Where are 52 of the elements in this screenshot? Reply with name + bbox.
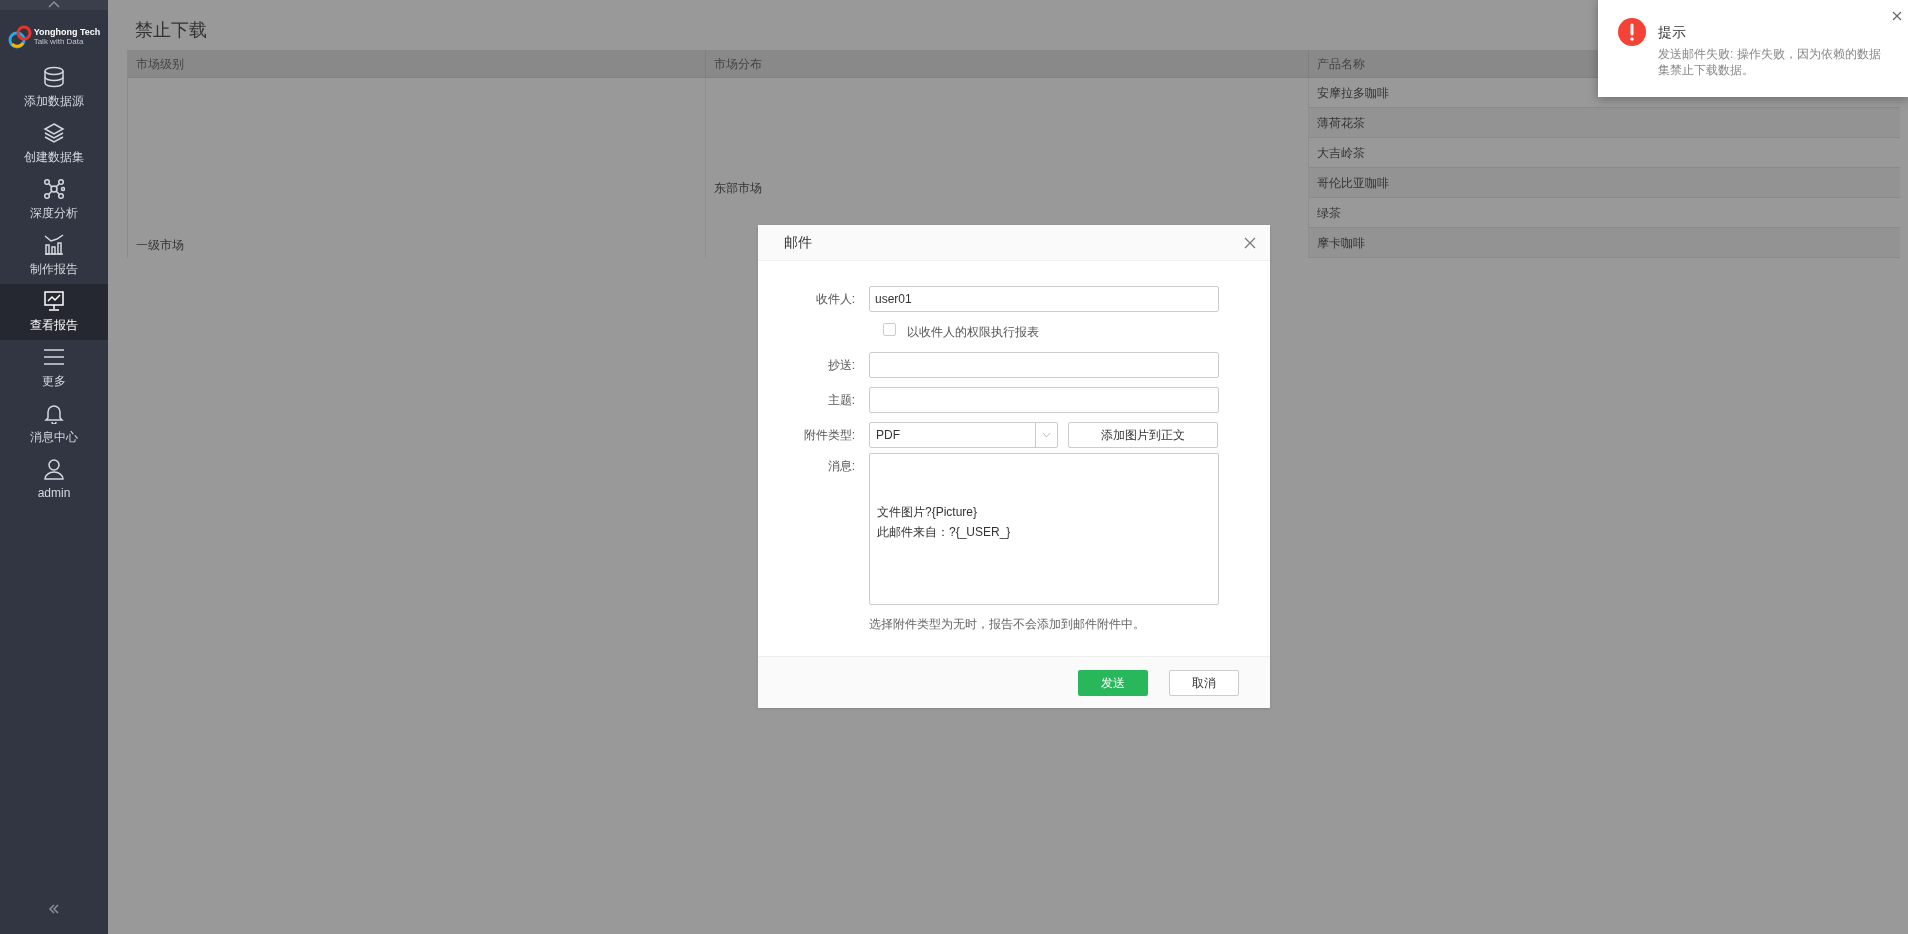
- nav-item[interactable]: 创建数据集: [0, 116, 108, 172]
- cancel-button[interactable]: 取消: [1169, 669, 1239, 696]
- nav-item[interactable]: 制作报告: [0, 228, 108, 284]
- close-icon: [1244, 236, 1256, 249]
- message-field[interactable]: 文件图片?{Picture} 此邮件来自：?{_USER_}: [869, 453, 1219, 605]
- collapse-icon: [48, 904, 60, 914]
- dialog-title: 邮件: [784, 233, 812, 252]
- field-label: 消息:: [826, 458, 856, 475]
- notification-title: 提示: [1658, 23, 1687, 42]
- logo-name: Yonghong Tech: [33, 28, 101, 37]
- field-label: 抄送:: [826, 357, 856, 374]
- database-icon: [43, 66, 65, 88]
- nav-item[interactable]: 消息中心: [0, 396, 108, 452]
- checkbox[interactable]: [883, 323, 896, 336]
- column-header: 市场级别: [128, 50, 706, 78]
- report-title: 禁止下载: [135, 19, 207, 42]
- nav-item[interactable]: admin: [0, 452, 108, 508]
- column-header: 市场分布: [706, 50, 1309, 78]
- table-cell: 哥伦比亚咖啡: [1309, 168, 1900, 198]
- monitor-chart-icon: [43, 290, 65, 312]
- menu-icon: [43, 346, 65, 368]
- input-field[interactable]: [869, 387, 1219, 413]
- checkbox-label: 以收件人的权限执行报表: [907, 324, 1039, 341]
- logo-icon: [7, 24, 32, 50]
- layers-icon: [43, 122, 65, 144]
- hint-text: 选择附件类型为无时，报告不会添加到邮件附件中。: [869, 617, 1145, 631]
- table-cell-text: 一级市场: [136, 237, 184, 254]
- close-button[interactable]: [1892, 11, 1902, 21]
- alert-icon: [1618, 18, 1646, 46]
- field-label: 附件类型:: [802, 427, 856, 444]
- input-field[interactable]: [869, 352, 1219, 378]
- nav-item[interactable]: 添加数据源: [0, 60, 108, 116]
- logo-tagline: Talk with Data: [33, 38, 85, 46]
- nav-item[interactable]: 更多: [0, 340, 108, 396]
- field-label: 主题:: [826, 392, 856, 409]
- field-label: 收件人:: [814, 291, 856, 308]
- close-icon: [1892, 11, 1902, 21]
- caret-icon: [1042, 432, 1051, 438]
- chevron-up-icon: [47, 0, 61, 8]
- attachment-type-dropdown[interactable]: PDF: [869, 422, 1058, 448]
- table-cell: 摩卡咖啡: [1309, 228, 1900, 258]
- bell-icon: [43, 402, 65, 424]
- add-picture-button[interactable]: 添加图片到正文: [1068, 422, 1218, 448]
- network-icon: [43, 178, 65, 200]
- close-button[interactable]: [1244, 236, 1256, 249]
- table-cell-text: 东部市场: [714, 180, 762, 197]
- user-icon: [43, 458, 65, 480]
- input-field[interactable]: user01: [869, 286, 1219, 312]
- bar-chart-icon: [43, 234, 65, 256]
- nav-item[interactable]: 查看报告: [0, 284, 108, 340]
- nav-item[interactable]: 深度分析: [0, 172, 108, 228]
- table-cell: 薄荷花茶: [1309, 108, 1900, 138]
